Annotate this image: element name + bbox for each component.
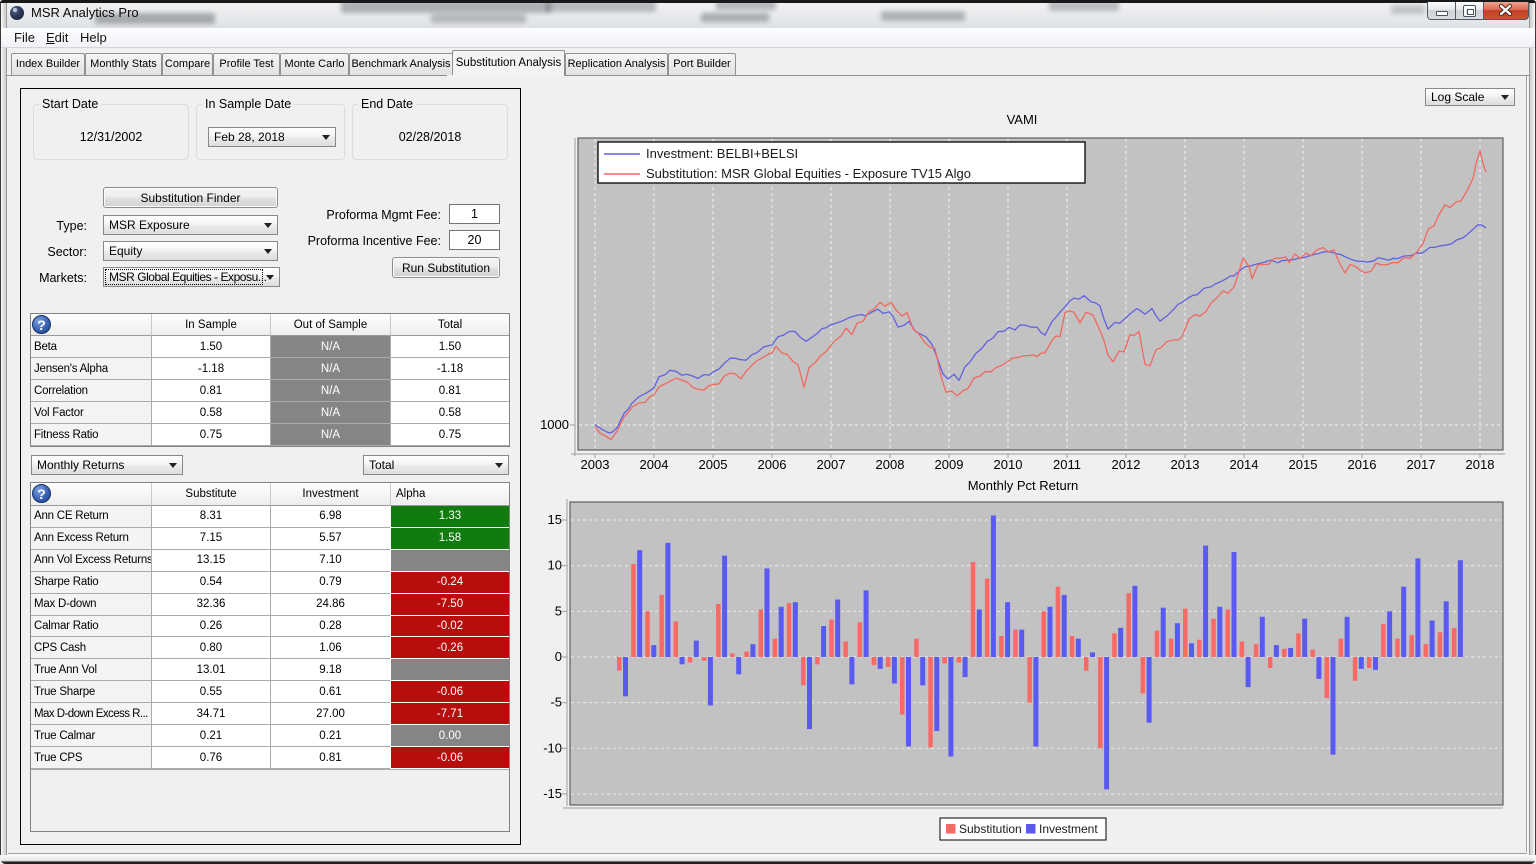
svg-text:-10: -10 xyxy=(543,740,562,755)
svg-text:Investment: Investment xyxy=(1039,822,1098,836)
svg-text:Investment: BELBI+BELSI: Investment: BELBI+BELSI xyxy=(646,146,798,161)
svg-text:1000: 1000 xyxy=(540,417,569,432)
svg-text:Substitution: Substitution xyxy=(959,822,1022,836)
svg-text:-15: -15 xyxy=(543,786,562,801)
svg-text:Substitution: MSR Global Equit: Substitution: MSR Global Equities - Expo… xyxy=(646,166,971,181)
svg-text:10: 10 xyxy=(548,558,562,573)
svg-text:5: 5 xyxy=(555,603,562,618)
svg-text:-5: -5 xyxy=(550,695,562,710)
svg-text:Monthly Pct Return: Monthly Pct Return xyxy=(968,478,1079,493)
svg-text:VAMI: VAMI xyxy=(1007,112,1038,127)
svg-text:0: 0 xyxy=(555,649,562,664)
svg-text:15: 15 xyxy=(548,512,562,527)
